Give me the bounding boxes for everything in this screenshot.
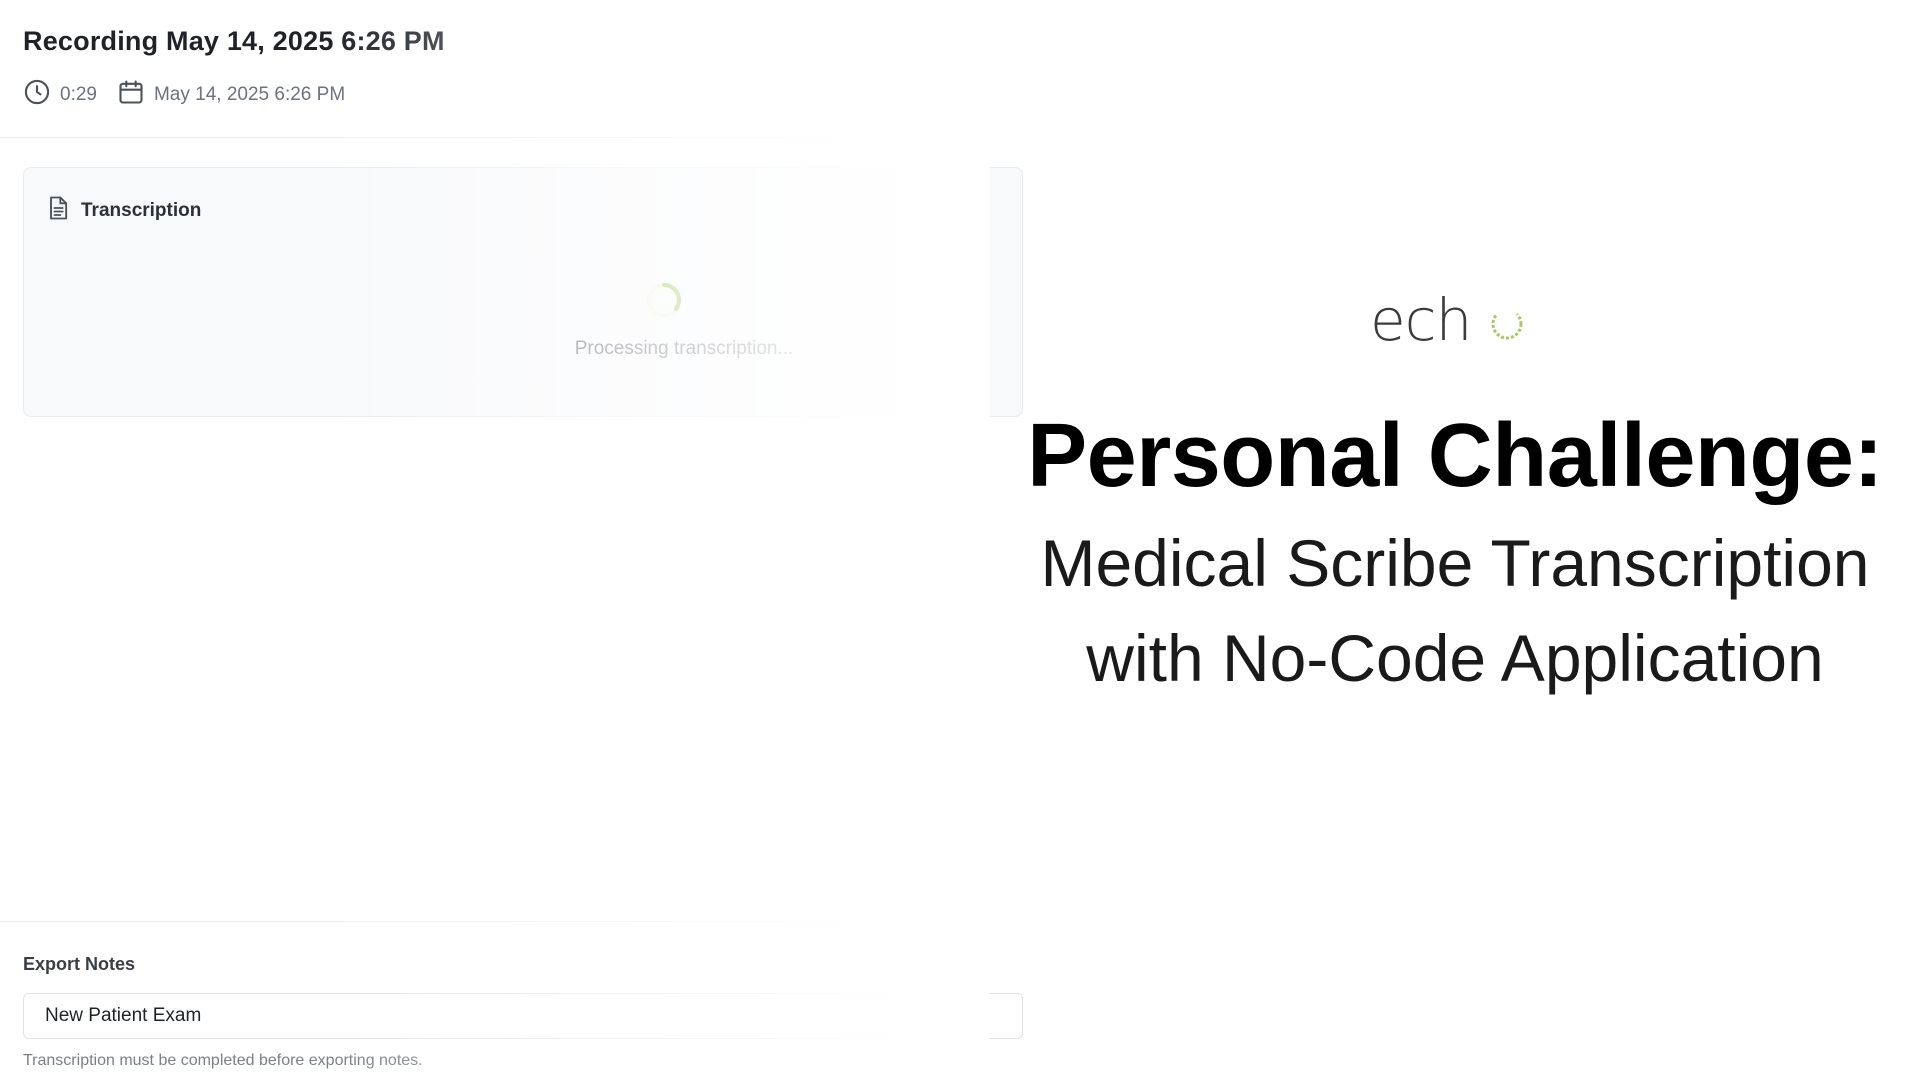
title-slide: ech Personal Challenge: Medical Scribe T… <box>990 0 1920 1080</box>
echo-logo: ech <box>1370 286 1530 354</box>
transcription-card: Transcription Processing transcription..… <box>23 167 1023 417</box>
logo-text: ech <box>1370 286 1472 354</box>
recorded-date: May 14, 2025 6:26 PM <box>117 78 345 112</box>
processing-status: Processing transcription... <box>574 338 794 359</box>
transcription-header: Transcription <box>44 194 201 227</box>
export-hint: Transcription must be completed before e… <box>23 1052 423 1069</box>
duration: 0:29 <box>23 78 97 112</box>
date-value: May 14, 2025 6:26 PM <box>153 84 346 105</box>
recording-title: Recording May 14, 2025 6:26 PM <box>23 26 445 56</box>
spinner-icon <box>644 280 684 320</box>
footer-divider <box>0 921 980 922</box>
clock-icon <box>23 78 60 112</box>
slide-headline: Personal Challenge: <box>1027 406 1883 506</box>
duration-value: 0:29 <box>60 84 97 105</box>
header-divider <box>0 137 980 138</box>
recording-meta: 0:29 May 14, 2025 6:26 PM <box>23 78 345 112</box>
recording-panel: Recording May 14, 2025 6:26 PM 0:29 May … <box>0 0 1023 1080</box>
slide-subtitle-line1: Medical Scribe Transcription <box>1040 526 1870 600</box>
note-template-select[interactable]: New Patient Exam <box>23 993 1023 1039</box>
slide-subtitle-line2: with No-Code Application <box>1086 621 1824 695</box>
selected-template: New Patient Exam <box>45 1005 202 1026</box>
export-notes-label: Export Notes <box>23 954 136 974</box>
document-icon <box>44 194 81 227</box>
transcription-heading: Transcription <box>81 199 202 221</box>
logo-ring-icon <box>1487 304 1527 344</box>
calendar-icon <box>117 78 154 112</box>
